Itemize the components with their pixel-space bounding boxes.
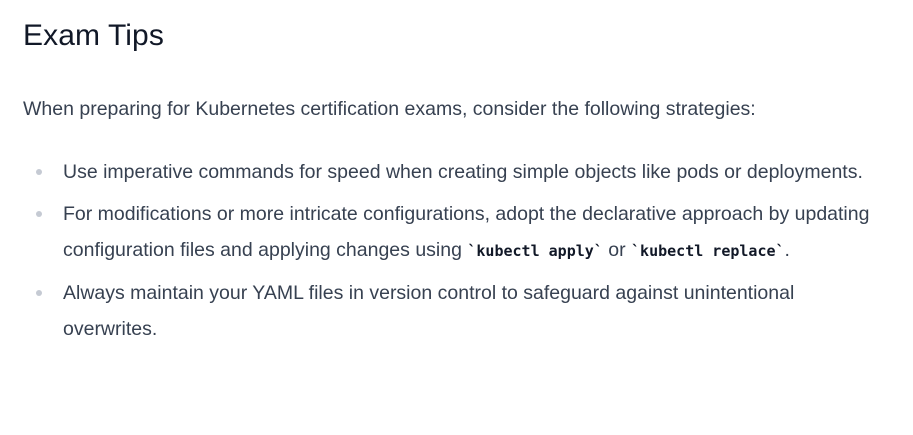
section-heading: Exam Tips xyxy=(23,19,164,52)
inline-code-kubectl-apply: `kubectl apply` xyxy=(467,242,603,260)
list-item: Always maintain your YAML files in versi… xyxy=(23,275,893,347)
intro-paragraph: When preparing for Kubernetes certificat… xyxy=(23,98,756,120)
list-item: For modifications or more intricate conf… xyxy=(23,196,893,269)
bullet-icon xyxy=(36,290,42,296)
bullet-icon xyxy=(36,169,42,175)
list-item-text: Always maintain your YAML files in versi… xyxy=(63,282,795,340)
bullet-icon xyxy=(36,211,42,217)
list-item-text: . xyxy=(784,239,790,261)
tips-list: Use imperative commands for speed when c… xyxy=(23,154,893,347)
document-page: Exam Tips When preparing for Kubernetes … xyxy=(0,0,913,435)
list-item-text: Use imperative commands for speed when c… xyxy=(63,161,863,183)
inline-code-kubectl-replace: `kubectl replace` xyxy=(631,242,785,260)
list-item: Use imperative commands for speed when c… xyxy=(23,154,893,190)
list-item-text: or xyxy=(602,239,632,261)
